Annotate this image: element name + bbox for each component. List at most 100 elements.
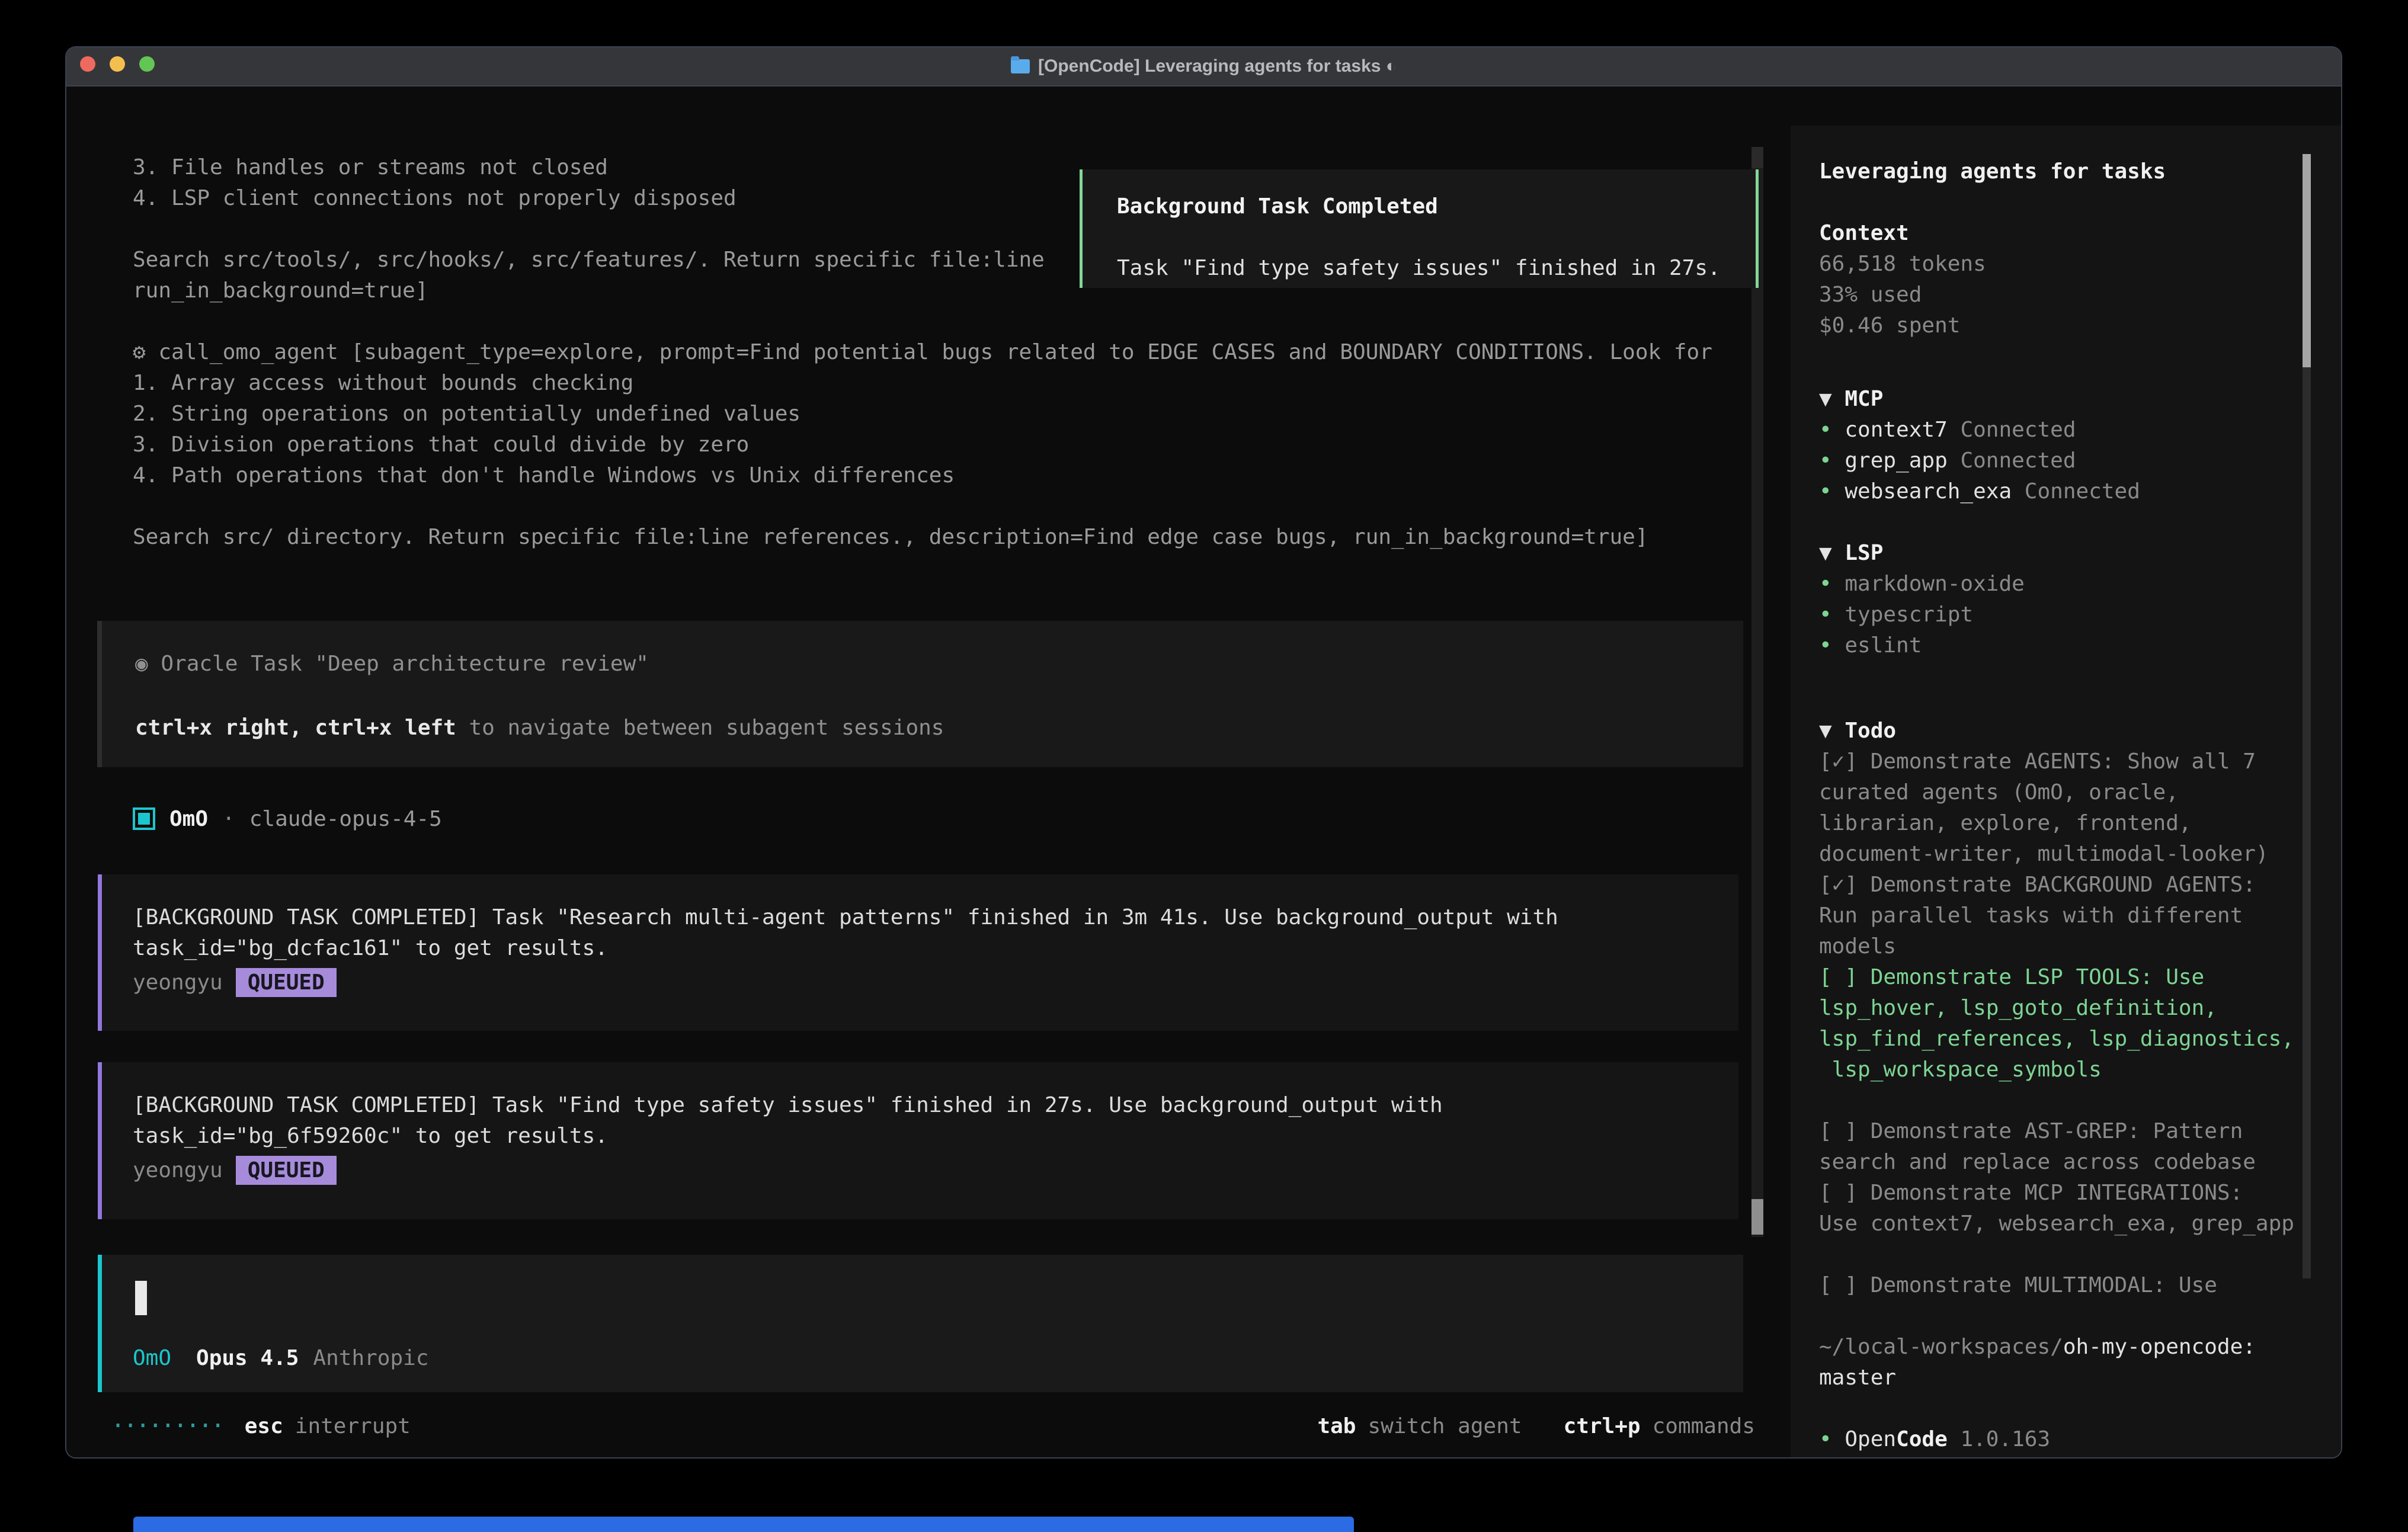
text-segment: 2. String operations on potentially unde…: [133, 402, 800, 426]
background-task-message: [BACKGROUND TASK COMPLETED] Task "Find t…: [98, 1062, 1738, 1219]
agent-status-icon-fill: [138, 813, 150, 825]
minimize-window-button[interactable]: [110, 56, 125, 72]
text-segment: context7: [1845, 418, 1960, 442]
text-segment: grep_app: [1845, 448, 1960, 473]
terminal-line: 3. Division operations that could divide…: [133, 432, 749, 458]
text-segment: curated agents (OmO, oracle,: [1819, 780, 2179, 805]
window-title-text: [OpenCode] Leveraging agents for tasks ◐: [1038, 56, 1397, 76]
text-segment: [ ] Demonstrate LSP TOOLS: Use: [1819, 965, 2204, 989]
text-segment: ~/local-workspaces/: [1819, 1335, 2063, 1359]
terminal-line: ▼ LSP: [1819, 540, 1883, 566]
terminal-line: [ ] Demonstrate LSP TOOLS: Use: [1819, 964, 2204, 991]
text-segment: run_in_background=true]: [133, 278, 428, 303]
text-segment: Run parallel tasks with different: [1819, 903, 2243, 928]
terminal-line: • markdown-oxide: [1819, 571, 2025, 597]
text-segment: ▼: [1819, 719, 1845, 743]
terminal-line: ▼ Todo: [1819, 718, 1896, 744]
text-segment: typescript: [1845, 602, 1973, 627]
text-segment: ▼: [1819, 387, 1845, 411]
text-segment: ▼: [1819, 541, 1845, 565]
terminal-line: [✓] Demonstrate BACKGROUND AGENTS:: [1819, 872, 2256, 898]
terminal-line: ~/local-workspaces/oh-my-opencode:: [1819, 1334, 2256, 1360]
main-scrollbar-thumb[interactable]: [1751, 1199, 1763, 1235]
text-segment: markdown-oxide: [1845, 572, 2024, 596]
message-line-2: task_id="bg_6f59260c" to get results.: [133, 1124, 608, 1148]
zoom-window-button[interactable]: [139, 56, 155, 72]
sidebar-scrollbar-thumb[interactable]: [2303, 154, 2311, 367]
message-meta: yeongyu QUEUED: [133, 968, 337, 997]
text-segment: ⚙ call_omo_agent [subagent_type=explore,…: [133, 340, 1712, 364]
terminal-line: Context: [1819, 220, 1909, 246]
esc-key-hint: esc: [245, 1414, 283, 1438]
text-segment: librarian, explore, frontend,: [1819, 811, 2192, 835]
text-segment: [ ] Demonstrate AST-GREP: Pattern: [1819, 1119, 2243, 1143]
text-segment: •: [1819, 572, 1845, 596]
text-segment: LSP: [1845, 541, 1883, 565]
text-segment: 66,518 tokens: [1819, 252, 1986, 276]
text-segment: oh-my-opencode:: [2063, 1335, 2256, 1359]
main-scrollbar-track[interactable]: [1751, 147, 1763, 1237]
message-line-1: [BACKGROUND TASK COMPLETED] Task "Find t…: [133, 1093, 1443, 1117]
terminal-line: models: [1819, 934, 1896, 960]
status-bar-right: tab switch agent ctrl+p commands: [1317, 1414, 1755, 1438]
text-segment: Leveraging agents for tasks: [1819, 159, 2166, 184]
terminal-line: [ ] Demonstrate MULTIMODAL: Use: [1819, 1273, 2217, 1299]
text-segment: Context: [1819, 221, 1909, 245]
text-segment: •: [1819, 633, 1845, 658]
window-titlebar[interactable]: [OpenCode] Leveraging agents for tasks ◐: [66, 47, 2341, 86]
text-segment: search and replace across codebase: [1819, 1150, 2256, 1174]
prompt-input[interactable]: OmO Opus 4.5 Anthropic: [98, 1255, 1743, 1392]
terminal-line: Run parallel tasks with different: [1819, 903, 2243, 929]
text-segment: 33% used: [1819, 283, 1922, 307]
terminal-line: Use context7, websearch_exa, grep_app: [1819, 1211, 2294, 1237]
text-segment: lsp_workspace_symbols: [1819, 1057, 2102, 1082]
terminal-line: ⚙ call_omo_agent [subagent_type=explore,…: [133, 339, 1712, 366]
terminal-line: • eslint: [1819, 633, 1922, 659]
text-segment: Search src/ directory. Return specific f…: [133, 525, 1648, 549]
text-segment: Code: [1896, 1427, 1948, 1451]
message-line-2: task_id="bg_dcfac161" to get results.: [133, 936, 608, 960]
text-segment: •: [1819, 418, 1845, 442]
agent-status-icon: [133, 807, 155, 830]
text-segment: eslint: [1845, 633, 1922, 658]
terminal-line: • typescript: [1819, 602, 1973, 628]
shortcut-description: to navigate between subagent sessions: [456, 716, 944, 740]
input-model-name: Opus 4.5: [196, 1346, 299, 1370]
agent-name: OmO: [169, 807, 208, 831]
text-segment: 4. LSP client connections not properly d…: [133, 186, 737, 210]
spinner-dots: ·········: [111, 1412, 223, 1440]
terminal-line: ▼ MCP: [1819, 386, 1883, 412]
oracle-task-title: ◉ Oracle Task "Deep architecture review": [135, 652, 649, 676]
ctrlp-key-hint: ctrl+p: [1564, 1414, 1641, 1438]
text-segment: Connected: [1960, 418, 2076, 442]
text-segment: [ ] Demonstrate MULTIMODAL: Use: [1819, 1273, 2217, 1297]
terminal-line: $0.46 spent: [1819, 313, 1960, 339]
terminal-line: 1. Array access without bounds checking: [133, 370, 633, 396]
message-line-1: [BACKGROUND TASK COMPLETED] Task "Resear…: [133, 905, 1558, 930]
text-segment: •: [1819, 602, 1845, 627]
message-user: yeongyu: [133, 970, 223, 995]
terminal-line: master: [1819, 1365, 1896, 1391]
terminal-line: run_in_background=true]: [133, 278, 428, 304]
text-segment: Todo: [1845, 719, 1896, 743]
text-segment: Search src/tools/, src/hooks/, src/featu…: [133, 248, 1045, 272]
terminal-content-area: 3. File handles or streams not closed4. …: [66, 86, 2341, 1457]
esc-key-label: interrupt: [295, 1414, 411, 1438]
queued-status-badge: QUEUED: [236, 1156, 337, 1185]
text-segment: $0.46 spent: [1819, 313, 1960, 338]
tab-key-label: switch agent: [1368, 1414, 1522, 1438]
input-agent-name: OmO: [133, 1346, 171, 1370]
oracle-task-left-strip: [97, 621, 102, 767]
text-segment: 4. Path operations that don't handle Win…: [133, 463, 955, 488]
text-segment: lsp_hover, lsp_goto_definition,: [1819, 996, 2217, 1020]
text-cursor: [135, 1281, 147, 1315]
toast-title: Background Task Completed: [1117, 194, 1438, 219]
text-segment: [✓] Demonstrate AGENTS: Show all 7: [1819, 749, 2256, 774]
main-scrollbar-top-segment[interactable]: [1751, 147, 1763, 168]
terminal-line: 4. Path operations that don't handle Win…: [133, 463, 955, 489]
terminal-line: 2. String operations on potentially unde…: [133, 401, 800, 427]
terminal-line: search and replace across codebase: [1819, 1149, 2256, 1175]
desktop-background: [OpenCode] Leveraging agents for tasks ◐…: [0, 0, 2408, 1532]
terminal-line: 33% used: [1819, 282, 1922, 308]
close-window-button[interactable]: [80, 56, 95, 72]
